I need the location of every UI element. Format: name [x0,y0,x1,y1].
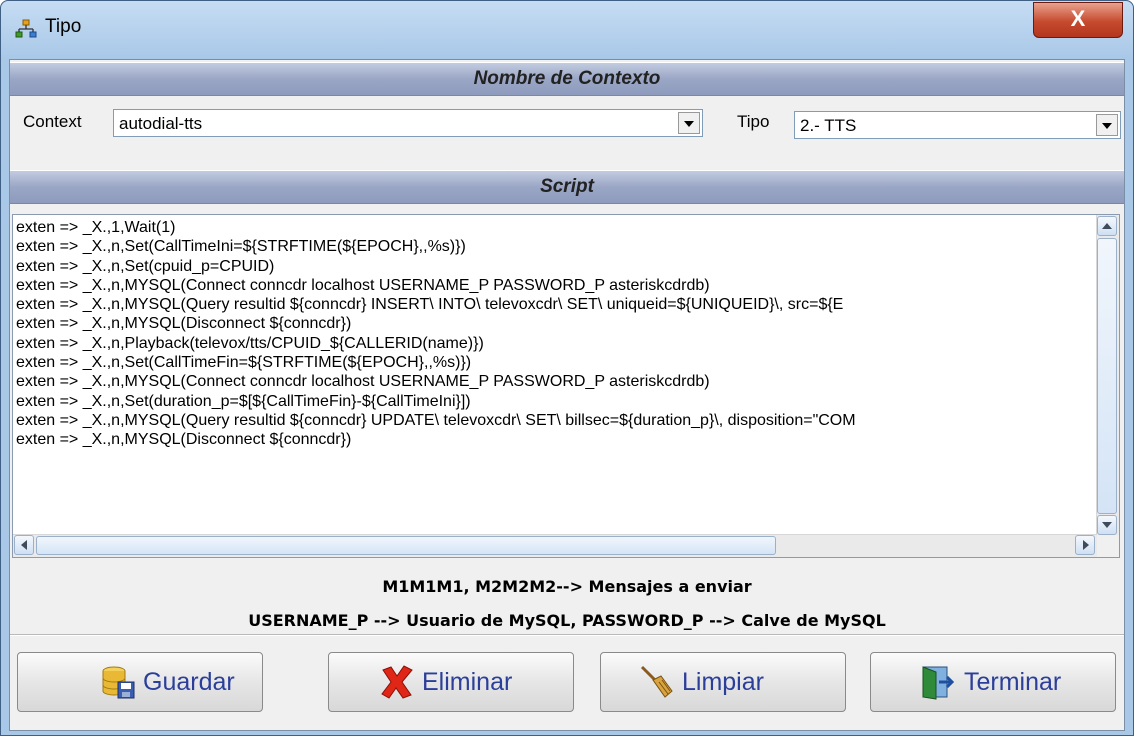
script-line: exten => _X.,n,MYSQL(Disconnect ${conncd… [16,431,352,449]
scroll-right-icon[interactable] [1075,535,1095,555]
limpiar-label: Limpiar [682,668,764,696]
eliminar-button[interactable]: Eliminar [328,652,574,712]
script-line: exten => _X.,n,MYSQL(Query resultid ${co… [16,296,844,314]
close-icon: X [1070,6,1086,31]
chevron-down-icon[interactable] [678,112,700,134]
broom-icon [640,665,673,698]
network-icon [15,19,37,38]
terminar-button[interactable]: Terminar [870,652,1116,712]
eliminar-label: Eliminar [422,668,513,696]
delete-icon [381,665,413,699]
scroll-down-icon[interactable] [1097,515,1117,535]
script-line: exten => _X.,n,Set(CallTimeFin=${STRFTIM… [16,354,472,372]
guardar-button[interactable]: Guardar [17,652,263,712]
horizontal-scroll-thumb[interactable] [36,536,776,555]
scroll-left-icon[interactable] [14,535,34,555]
horizontal-scrollbar[interactable] [13,534,1097,557]
script-line: exten => _X.,1,Wait(1) [16,219,176,236]
limpiar-button[interactable]: Limpiar [600,652,846,712]
context-label: Context [23,112,82,131]
script-line: exten => _X.,n,MYSQL(Disconnect ${conncd… [16,315,352,333]
tipo-label: Tipo [737,112,770,131]
guardar-label: Guardar [143,668,235,696]
script-section-title: Script [540,176,594,197]
tipo-value: 2.- TTS [800,116,857,135]
script-line: exten => _X.,n,Playback(televox/tts/CPUI… [16,334,484,352]
database-save-icon [102,666,135,699]
exit-door-icon [922,666,955,700]
vertical-scrollbar[interactable] [1096,215,1119,537]
script-line: exten => _X.,n,MYSQL(Connect conncdr loc… [16,276,710,294]
script-line: exten => _X.,n,MYSQL(Connect conncdr loc… [16,373,710,391]
client-area: Nombre de Contexto Context autodial-tts … [9,59,1125,731]
tipo-combobox[interactable]: 2.- TTS [794,111,1121,139]
script-line: exten => _X.,n,Set(cpuid_p=CPUID) [16,257,275,275]
terminar-label: Terminar [964,668,1062,696]
info-messages-line: M1M1M1, M2M2M2--> Mensajes a enviar [382,577,752,596]
script-line: exten => _X.,n,MYSQL(Query resultid ${co… [16,411,856,429]
script-lines: exten => _X.,1,Wait(1)exten => _X.,n,Set… [16,218,1096,450]
window-title: Tipo [45,16,82,37]
title-bar[interactable]: Tipo X [1,1,1133,59]
script-textarea[interactable]: exten => _X.,1,Wait(1)exten => _X.,n,Set… [12,214,1120,558]
scrollbar-corner [1097,535,1119,557]
context-value: autodial-tts [119,114,203,133]
close-button[interactable]: X [1033,2,1123,38]
chevron-down-icon[interactable] [1096,114,1118,136]
tipo-window: Tipo X Nombre de Contexto Context autodi… [0,0,1134,736]
context-section-header: Nombre de Contexto [10,62,1124,96]
context-combobox[interactable]: autodial-tts [113,109,703,137]
context-section-title: Nombre de Contexto [473,68,661,89]
divider [10,634,1124,636]
script-line: exten => _X.,n,Set(duration_p=$[${CallTi… [16,392,471,410]
script-section-header: Script [10,170,1124,204]
info-mysql-line: USERNAME_P --> Usuario de MySQL, PASSWOR… [248,611,886,630]
vertical-scroll-thumb[interactable] [1097,238,1117,514]
scroll-up-icon[interactable] [1097,216,1117,236]
script-line: exten => _X.,n,Set(CallTimeIni=${STRFTIM… [16,238,466,256]
